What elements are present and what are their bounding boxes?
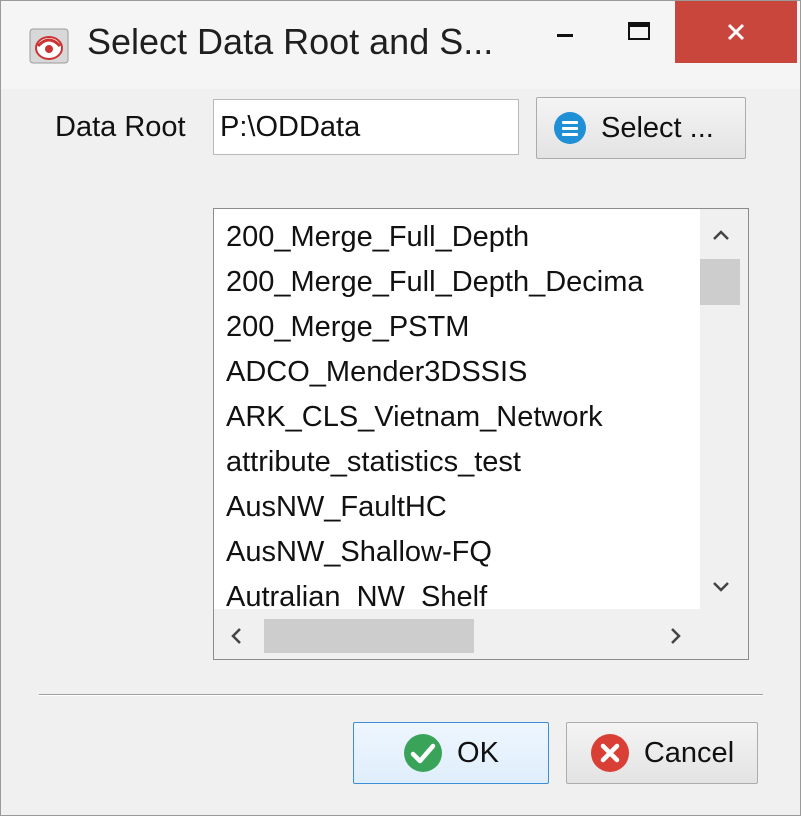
scrollbar-corner — [700, 609, 748, 659]
minimize-button[interactable] — [533, 1, 597, 63]
list-icon — [554, 112, 586, 144]
list-item[interactable]: AusNW_Shallow-FQ — [226, 536, 492, 569]
horizontal-scrollbar[interactable] — [214, 609, 700, 659]
survey-list: 200_Merge_Full_Depth 200_Merge_Full_Dept… — [214, 209, 700, 609]
title-bar[interactable]: Select Data Root and S... — [1, 1, 800, 89]
minimize-icon — [557, 34, 573, 37]
maximize-button[interactable] — [607, 1, 671, 63]
maximize-icon — [628, 22, 650, 40]
ok-button[interactable]: OK — [353, 722, 549, 784]
close-button[interactable] — [675, 1, 797, 63]
list-item[interactable]: 200_Merge_Full_Depth_Decima — [226, 266, 644, 299]
data-root-label: Data Root — [55, 111, 186, 143]
list-item[interactable]: 200_Merge_PSTM — [226, 311, 469, 344]
data-root-input[interactable] — [213, 99, 519, 155]
scroll-up-icon[interactable] — [712, 229, 730, 241]
select-button-label: Select ... — [601, 111, 714, 144]
close-icon — [727, 23, 745, 41]
list-item[interactable]: AusNW_FaultHC — [226, 491, 447, 524]
horizontal-scroll-thumb[interactable] — [264, 619, 474, 653]
select-data-root-button[interactable]: Select ... — [536, 97, 746, 159]
separator — [39, 694, 763, 696]
scroll-down-icon[interactable] — [712, 581, 730, 593]
check-icon — [404, 734, 443, 772]
app-icon — [29, 28, 69, 64]
cancel-button[interactable]: Cancel — [566, 722, 758, 784]
select-data-root-dialog: Select Data Root and S... Data Root P:\O… — [0, 0, 801, 816]
scroll-right-icon[interactable] — [670, 627, 682, 645]
cancel-button-label: Cancel — [643, 736, 735, 769]
vertical-scrollbar[interactable] — [700, 209, 748, 609]
cancel-icon — [590, 734, 629, 772]
list-item[interactable]: ARK_CLS_Vietnam_Network — [226, 401, 603, 434]
list-item[interactable]: Autralian_NW_Shelf — [226, 581, 487, 609]
list-item[interactable]: attribute_statistics_test — [226, 446, 521, 479]
survey-listbox[interactable]: 200_Merge_Full_Depth 200_Merge_Full_Dept… — [213, 208, 749, 660]
scroll-left-icon[interactable] — [230, 627, 242, 645]
vertical-scroll-thumb[interactable] — [700, 259, 740, 305]
list-item[interactable]: 200_Merge_Full_Depth — [226, 221, 529, 254]
list-item[interactable]: ADCO_Mender3DSSIS — [226, 356, 527, 389]
ok-button-label: OK — [457, 736, 499, 769]
window-title: Select Data Root and S... — [87, 21, 494, 62]
